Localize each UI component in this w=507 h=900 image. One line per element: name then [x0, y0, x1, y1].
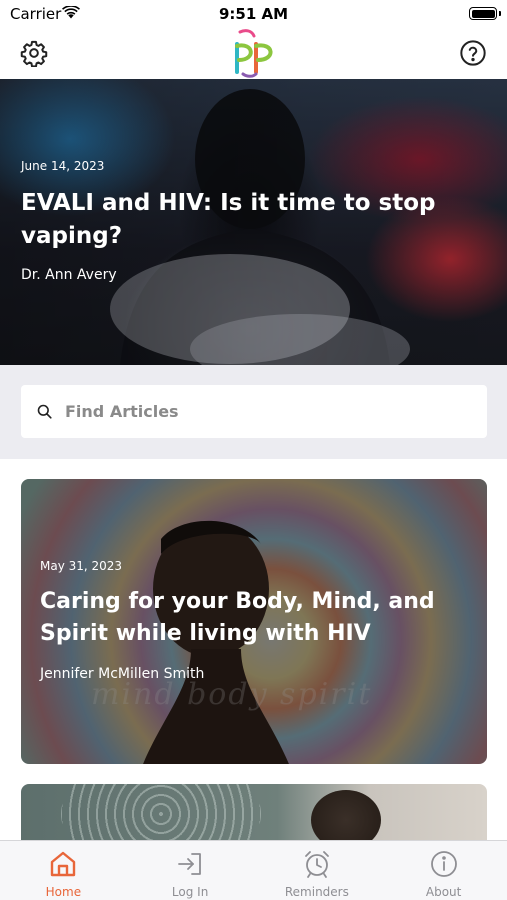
search-input[interactable]: [65, 385, 475, 438]
question-circle-icon: [460, 40, 486, 66]
tab-label: Log In: [171, 885, 209, 899]
tab-bar: Home Log In Reminders About: [0, 840, 507, 900]
tab-reminders[interactable]: Reminders: [254, 841, 381, 900]
featured-author: Dr. Ann Avery: [21, 267, 117, 283]
tab-label: About: [425, 885, 462, 899]
tab-home[interactable]: Home: [0, 841, 127, 900]
featured-article[interactable]: June 14, 2023 EVALI and HIV: Is it time …: [0, 79, 507, 365]
article-date: May 31, 2023: [40, 559, 123, 573]
tab-about[interactable]: About: [380, 841, 507, 900]
clock-time: 9:51 AM: [218, 5, 289, 23]
article-title: Caring for your Body, Mind, and Spirit w…: [40, 589, 435, 646]
search-box[interactable]: [21, 385, 487, 438]
alarm-clock-icon: [304, 851, 329, 878]
help-button[interactable]: [456, 36, 490, 70]
article-author: Jennifer McMillen Smith: [40, 666, 205, 682]
featured-date: June 14, 2023: [21, 159, 105, 173]
nav-bar: [0, 28, 507, 79]
article-card[interactable]: mind body spirit May 31, 2023 Caring for…: [21, 479, 487, 764]
home-icon: [51, 851, 76, 877]
status-bar: Carrier 9:51 AM: [0, 0, 507, 28]
search-icon: [37, 404, 52, 419]
featured-title: EVALI and HIV: Is it time to stop vaping…: [21, 190, 436, 249]
gear-icon: [20, 40, 48, 67]
tab-label: Reminders: [284, 885, 349, 899]
settings-button[interactable]: [17, 36, 51, 70]
search-section: [0, 365, 507, 459]
info-icon: [430, 851, 457, 877]
tab-label: Home: [45, 885, 82, 899]
tab-login[interactable]: Log In: [127, 841, 254, 900]
login-icon: [178, 853, 202, 875]
app-logo: [235, 29, 273, 78]
battery-nub: [499, 11, 501, 16]
battery-icon: [469, 7, 497, 20]
